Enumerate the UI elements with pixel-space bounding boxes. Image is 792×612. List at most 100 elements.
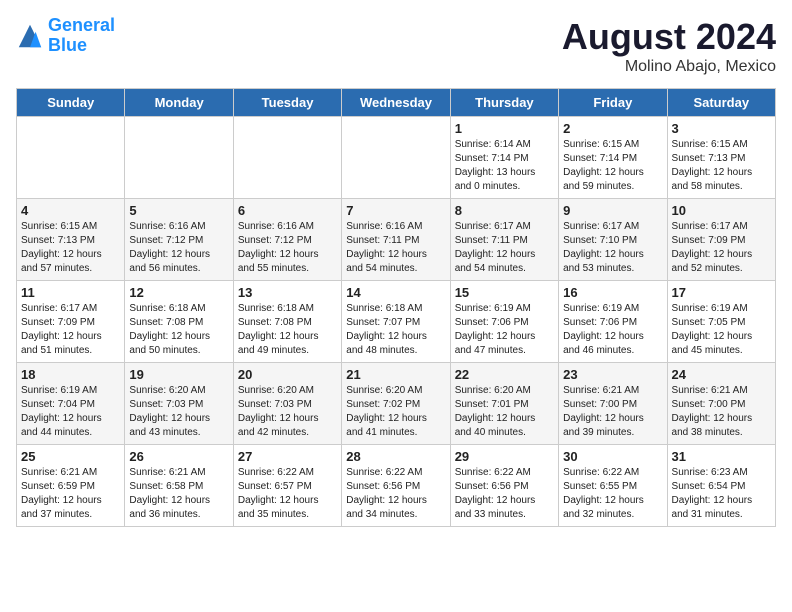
day-number: 20 [238,367,337,382]
day-info: Sunrise: 6:22 AM Sunset: 6:56 PM Dayligh… [455,466,554,522]
day-number: 16 [563,285,662,300]
day-cell: 31 Sunrise: 6:23 AM Sunset: 6:54 PM Dayli… [667,445,775,527]
day-cell: 20 Sunrise: 6:20 AM Sunset: 7:03 PM Dayli… [233,363,341,445]
day-cell: 23 Sunrise: 6:21 AM Sunset: 7:00 PM Dayli… [559,363,667,445]
day-cell: 29 Sunrise: 6:22 AM Sunset: 6:56 PM Dayli… [450,445,558,527]
day-number: 28 [346,449,445,464]
weekday-header-tuesday: Tuesday [233,89,341,117]
day-number: 13 [238,285,337,300]
day-info: Sunrise: 6:14 AM Sunset: 7:14 PM Dayligh… [455,138,554,194]
day-number: 1 [455,121,554,136]
weekday-header-friday: Friday [559,89,667,117]
day-cell: 8Sunrise: 6:17 AM Sunset: 7:11 PM Daylig… [450,199,558,281]
day-info: Sunrise: 6:15 AM Sunset: 7:14 PM Dayligh… [563,138,662,194]
day-info: Sunrise: 6:15 AM Sunset: 7:13 PM Dayligh… [21,220,120,276]
weekday-header-sunday: Sunday [17,89,125,117]
day-info: Sunrise: 6:21 AM Sunset: 7:00 PM Dayligh… [672,384,771,440]
day-info: Sunrise: 6:22 AM Sunset: 6:55 PM Dayligh… [563,466,662,522]
week-row-0: 1 Sunrise: 6:14 AM Sunset: 7:14 PM Daylig… [17,117,776,199]
day-number: 26 [129,449,228,464]
day-cell [233,117,341,199]
day-info: Sunrise: 6:21 AM Sunset: 6:58 PM Dayligh… [129,466,228,522]
logo: General Blue [16,16,115,56]
day-number: 29 [455,449,554,464]
day-number: 30 [563,449,662,464]
day-cell [125,117,233,199]
day-cell: 14 Sunrise: 6:18 AM Sunset: 7:07 PM Dayli… [342,281,450,363]
day-info: Sunrise: 6:19 AM Sunset: 7:05 PM Dayligh… [672,302,771,358]
day-info: Sunrise: 6:16 AM Sunset: 7:12 PM Dayligh… [238,220,337,276]
day-cell: 30 Sunrise: 6:22 AM Sunset: 6:55 PM Dayli… [559,445,667,527]
day-number: 11 [21,285,120,300]
day-cell: 24 Sunrise: 6:21 AM Sunset: 7:00 PM Dayli… [667,363,775,445]
page-header: General Blue August 2024 Molino Abajo, M… [16,16,776,76]
day-cell: 15 Sunrise: 6:19 AM Sunset: 7:06 PM Dayli… [450,281,558,363]
weekday-header-monday: Monday [125,89,233,117]
day-cell: 13Sunrise: 6:18 AM Sunset: 7:08 PM Dayli… [233,281,341,363]
weekday-header-thursday: Thursday [450,89,558,117]
title-area: August 2024 Molino Abajo, Mexico [562,16,776,76]
day-cell: 18Sunrise: 6:19 AM Sunset: 7:04 PM Dayli… [17,363,125,445]
week-row-2: 11 Sunrise: 6:17 AM Sunset: 7:09 PM Dayli… [17,281,776,363]
day-info: Sunrise: 6:20 AM Sunset: 7:02 PM Dayligh… [346,384,445,440]
day-info: Sunrise: 6:20 AM Sunset: 7:03 PM Dayligh… [238,384,337,440]
day-number: 10 [672,203,771,218]
day-info: Sunrise: 6:15 AM Sunset: 7:13 PM Dayligh… [672,138,771,194]
day-info: Sunrise: 6:22 AM Sunset: 6:56 PM Dayligh… [346,466,445,522]
day-number: 19 [129,367,228,382]
day-cell: 16 Sunrise: 6:19 AM Sunset: 7:06 PM Dayli… [559,281,667,363]
day-info: Sunrise: 6:17 AM Sunset: 7:09 PM Dayligh… [672,220,771,276]
weekday-header-saturday: Saturday [667,89,775,117]
day-cell [17,117,125,199]
day-info: Sunrise: 6:16 AM Sunset: 7:12 PM Dayligh… [129,220,228,276]
day-info: Sunrise: 6:18 AM Sunset: 7:07 PM Dayligh… [346,302,445,358]
day-cell: 27 Sunrise: 6:22 AM Sunset: 6:57 PM Dayli… [233,445,341,527]
day-number: 22 [455,367,554,382]
day-number: 24 [672,367,771,382]
month-year: August 2024 [562,16,776,58]
day-cell: 28 Sunrise: 6:22 AM Sunset: 6:56 PM Dayli… [342,445,450,527]
day-cell: 10 Sunrise: 6:17 AM Sunset: 7:09 PM Dayli… [667,199,775,281]
logo-line1: General [48,15,115,35]
day-cell: 5 Sunrise: 6:16 AM Sunset: 7:12 PM Daylig… [125,199,233,281]
day-number: 27 [238,449,337,464]
weekday-header-wednesday: Wednesday [342,89,450,117]
day-info: Sunrise: 6:19 AM Sunset: 7:06 PM Dayligh… [455,302,554,358]
day-number: 5 [129,203,228,218]
day-info: Sunrise: 6:19 AM Sunset: 7:04 PM Dayligh… [21,384,120,440]
day-number: 21 [346,367,445,382]
day-info: Sunrise: 6:20 AM Sunset: 7:03 PM Dayligh… [129,384,228,440]
day-number: 9 [563,203,662,218]
day-cell: 25Sunrise: 6:21 AM Sunset: 6:59 PM Dayli… [17,445,125,527]
logo-text: General Blue [48,16,115,56]
day-info: Sunrise: 6:23 AM Sunset: 6:54 PM Dayligh… [672,466,771,522]
day-number: 2 [563,121,662,136]
day-info: Sunrise: 6:18 AM Sunset: 7:08 PM Dayligh… [129,302,228,358]
day-info: Sunrise: 6:21 AM Sunset: 7:00 PM Dayligh… [563,384,662,440]
logo-icon [16,22,44,50]
day-cell: 1 Sunrise: 6:14 AM Sunset: 7:14 PM Daylig… [450,117,558,199]
day-cell: 7Sunrise: 6:16 AM Sunset: 7:11 PM Daylig… [342,199,450,281]
day-number: 23 [563,367,662,382]
day-info: Sunrise: 6:17 AM Sunset: 7:09 PM Dayligh… [21,302,120,358]
day-number: 14 [346,285,445,300]
day-info: Sunrise: 6:22 AM Sunset: 6:57 PM Dayligh… [238,466,337,522]
day-cell: 3Sunrise: 6:15 AM Sunset: 7:13 PM Daylig… [667,117,775,199]
day-cell: 17Sunrise: 6:19 AM Sunset: 7:05 PM Dayli… [667,281,775,363]
day-number: 31 [672,449,771,464]
week-row-3: 18Sunrise: 6:19 AM Sunset: 7:04 PM Dayli… [17,363,776,445]
calendar: SundayMondayTuesdayWednesdayThursdayFrid… [16,88,776,527]
day-number: 25 [21,449,120,464]
day-cell: 22Sunrise: 6:20 AM Sunset: 7:01 PM Dayli… [450,363,558,445]
day-cell: 21 Sunrise: 6:20 AM Sunset: 7:02 PM Dayli… [342,363,450,445]
weekday-header-row: SundayMondayTuesdayWednesdayThursdayFrid… [17,89,776,117]
day-number: 15 [455,285,554,300]
week-row-4: 25Sunrise: 6:21 AM Sunset: 6:59 PM Dayli… [17,445,776,527]
day-info: Sunrise: 6:16 AM Sunset: 7:11 PM Dayligh… [346,220,445,276]
day-cell: 12Sunrise: 6:18 AM Sunset: 7:08 PM Dayli… [125,281,233,363]
day-number: 6 [238,203,337,218]
day-info: Sunrise: 6:17 AM Sunset: 7:11 PM Dayligh… [455,220,554,276]
day-cell: 2 Sunrise: 6:15 AM Sunset: 7:14 PM Daylig… [559,117,667,199]
day-info: Sunrise: 6:19 AM Sunset: 7:06 PM Dayligh… [563,302,662,358]
day-cell [342,117,450,199]
